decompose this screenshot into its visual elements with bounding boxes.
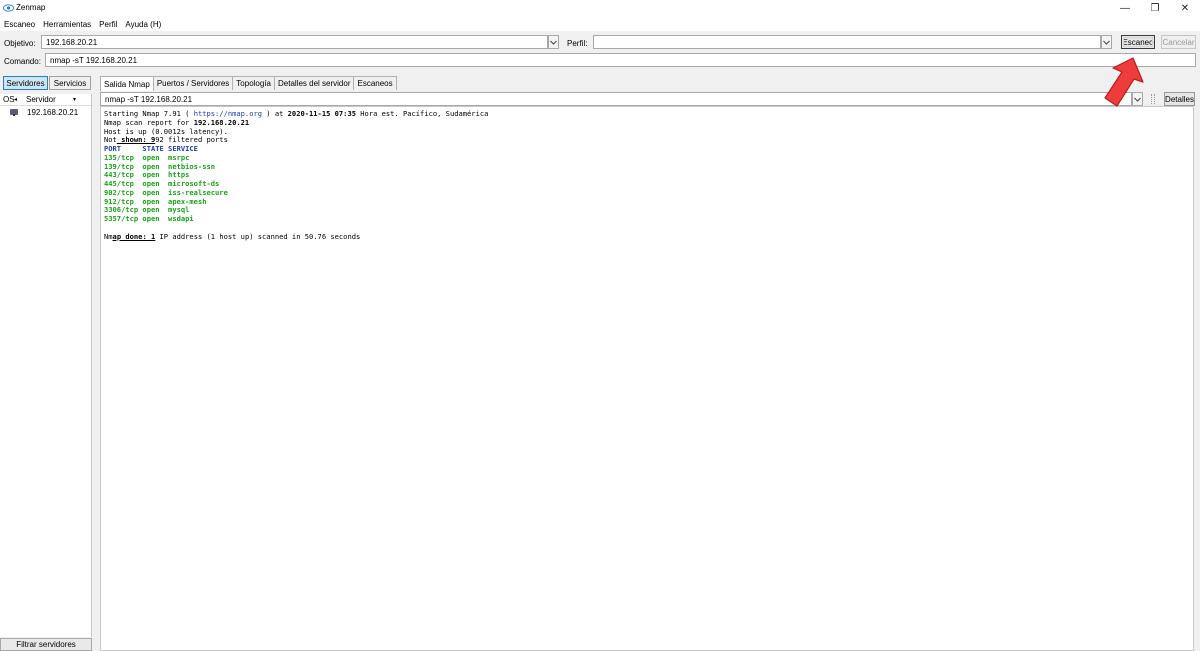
title-bar: Zenmap — ❐ ✕ <box>0 0 1200 17</box>
separator-grip <box>1151 94 1155 104</box>
output-start-date: 2020-11-15 07:35 <box>287 109 356 118</box>
scan-button[interactable]: Escaneo <box>1121 35 1155 49</box>
cancel-button[interactable]: Cancelar <box>1161 35 1196 49</box>
host-list-header: OS ◂ Servidor ▾ <box>0 94 91 106</box>
nmap-output-panel[interactable]: Starting Nmap 7.91 ( https://nmap.org ) … <box>100 106 1194 651</box>
chevron-down-icon <box>1103 40 1110 45</box>
command-input[interactable]: nmap -sT 192.168.20.21 <box>45 53 1196 67</box>
details-button[interactable]: Detalles <box>1164 92 1195 106</box>
host-row[interactable]: 192.168.20.21 <box>0 106 91 118</box>
menu-herramientas[interactable]: Herramientas <box>43 20 91 29</box>
host-column-header[interactable]: Servidor <box>21 95 73 104</box>
services-view-button[interactable]: Servicios <box>49 76 91 90</box>
profile-dropdown-button[interactable] <box>1101 35 1112 49</box>
output-host-up: Host is up (0.0012s latency). <box>104 126 228 136</box>
port-row: 912/tcp open apex-mesh <box>104 196 207 206</box>
target-label: Objetivo: <box>4 39 36 48</box>
output-not-shown-c: 92 filtered ports <box>155 135 228 145</box>
output-done-a: Nm <box>104 231 113 241</box>
output-start-text: Starting Nmap 7.91 ( <box>104 109 194 118</box>
sort-arrow-icon: ◂ <box>14 97 18 103</box>
chevron-down-icon <box>550 40 557 45</box>
output-start-mid: ) at <box>262 109 288 118</box>
tab-scans[interactable]: Escaneos <box>353 76 397 90</box>
menu-escaneo[interactable]: Escaneo <box>4 20 35 29</box>
tab-host-details[interactable]: Detalles del servidor <box>274 76 355 90</box>
output-done-c: IP address (1 host up) scanned in 50.76 … <box>155 231 361 241</box>
filter-hosts-button[interactable]: Filtrar servidores <box>0 638 92 651</box>
zenmap-eye-icon <box>3 4 14 12</box>
port-row: 445/tcp open microsoft-ds <box>104 179 220 188</box>
port-row: 443/tcp open https <box>104 170 190 180</box>
host-monitor-icon <box>10 108 18 116</box>
port-row: 139/tcp open netbios-ssn <box>104 161 216 171</box>
output-report-text: Nmap scan report for <box>104 117 194 127</box>
hosts-view-button[interactable]: Servidores <box>3 76 48 90</box>
profile-select[interactable] <box>593 35 1101 49</box>
target-input[interactable]: 192.168.20.21 <box>41 35 548 49</box>
output-report-ip: 192.168.20.21 <box>193 117 250 127</box>
port-table-header: PORT STATE SERVICE <box>104 144 198 153</box>
command-label: Comando: <box>4 57 41 66</box>
target-dropdown-button[interactable] <box>548 35 559 49</box>
tab-nmap-output[interactable]: Salida Nmap <box>100 76 154 91</box>
tab-topology[interactable]: Topología <box>232 76 275 90</box>
port-row: 135/tcp open msrpc <box>104 152 190 162</box>
result-tabs: Salida Nmap Puertos / Servidores Topolog… <box>100 76 397 91</box>
minimize-button[interactable]: — <box>1111 0 1139 17</box>
window-title: Zenmap <box>16 3 46 12</box>
menu-perfil[interactable]: Perfil <box>99 20 117 29</box>
output-command-select[interactable]: nmap -sT 192.168.20.21 <box>100 92 1132 106</box>
output-not-shown-b: shown: 9 <box>116 135 156 145</box>
host-list: OS ◂ Servidor ▾ 192.168.20.21 <box>0 94 92 637</box>
profile-label: Perfil: <box>567 39 588 48</box>
tab-ports-hosts[interactable]: Puertos / Servidores <box>152 76 234 90</box>
menu-bar: Escaneo Herramientas Perfil Ayuda (H) <box>0 17 1200 31</box>
port-row: 902/tcp open iss-realsecure <box>104 187 228 197</box>
close-button[interactable]: ✕ <box>1171 0 1199 17</box>
host-address: 192.168.20.21 <box>27 107 79 117</box>
output-not-shown-a: Not <box>104 135 117 145</box>
output-start-post: Hora est. Pacífico, Sudamérica <box>356 109 489 118</box>
nmap-output-text: Starting Nmap 7.91 ( https://nmap.org ) … <box>104 109 489 241</box>
sort-arrow-icon: ▾ <box>73 97 77 103</box>
restore-button[interactable]: ❐ <box>1141 0 1169 17</box>
red-pointer-arrow-icon <box>1104 57 1144 107</box>
os-column-header[interactable]: OS <box>0 95 15 104</box>
menu-ayuda[interactable]: Ayuda (H) <box>125 20 161 29</box>
output-done-b: ap done: 1 <box>112 231 156 241</box>
port-row: 5357/tcp open wsdapi <box>104 214 194 223</box>
nmap-link[interactable]: https://nmap.org <box>194 109 262 118</box>
port-row: 3306/tcp open mysql <box>104 205 190 215</box>
